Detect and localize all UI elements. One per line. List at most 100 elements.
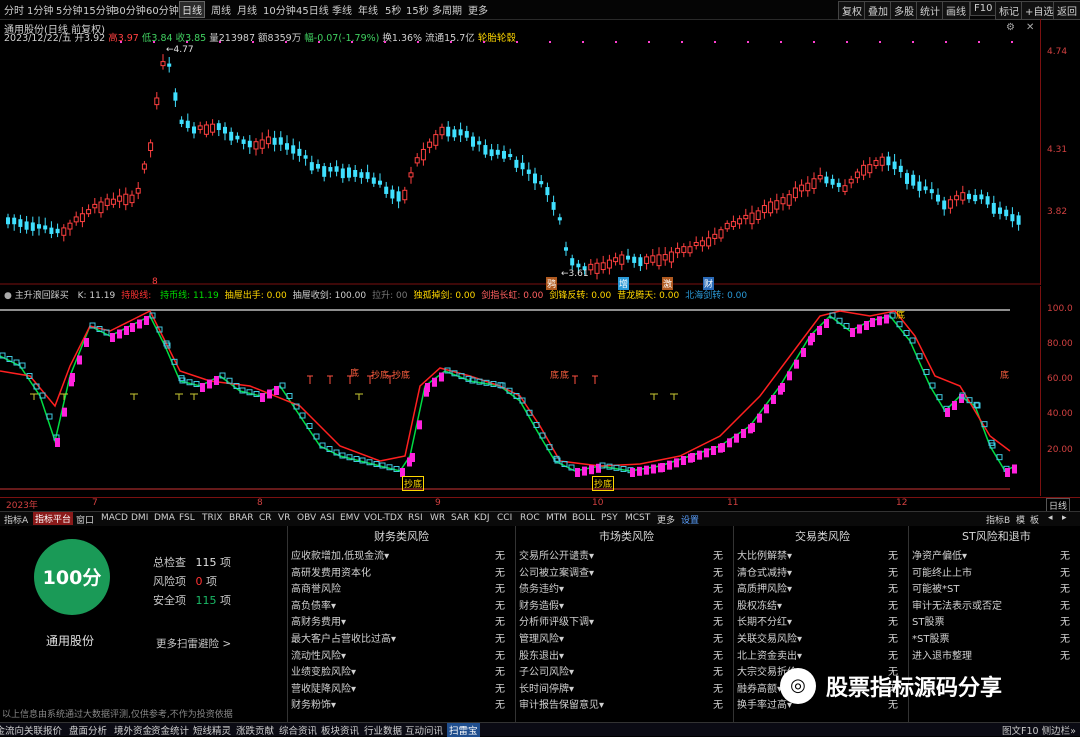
ind-tab[interactable]: WR (430, 513, 445, 523)
ind-tab[interactable]: EMV (340, 513, 360, 523)
tab-60min[interactable]: 60分钟 (146, 2, 179, 17)
more-scan-link[interactable]: 更多扫雷避险 > (156, 636, 231, 651)
add-watchlist-button[interactable]: +自选 (1021, 1, 1058, 20)
risk-item[interactable]: 高负债率▾ (291, 597, 336, 612)
ind-tab-template[interactable]: 模 (1016, 513, 1025, 526)
tab-quarter[interactable]: 季线 (332, 2, 352, 17)
candle-body (954, 195, 960, 201)
risk-item[interactable]: 股东退出▾ (519, 647, 564, 662)
tab-15min[interactable]: 15分钟 (83, 2, 116, 17)
risk-item[interactable]: 流动性风险▾ (291, 647, 346, 662)
risk-item[interactable]: 高商誉风险 (291, 580, 341, 595)
ind-tab[interactable]: 窗口 (76, 513, 94, 526)
risk-item[interactable]: 营收陡降风险▾ (291, 680, 356, 695)
ind-tab[interactable]: BRAR (229, 513, 253, 523)
ind-tab[interactable]: FSL (179, 513, 195, 523)
risk-item[interactable]: 财务粉饰▾ (291, 696, 336, 711)
ind-tab[interactable]: MACD (101, 513, 128, 523)
risk-item[interactable]: 可能被*ST (912, 580, 959, 595)
risk-item[interactable]: 可能终止上市 (912, 564, 972, 579)
risk-item[interactable]: 高研发费用资本化 (291, 564, 371, 579)
risk-item[interactable]: 股权冻结▾ (737, 597, 782, 612)
ind-tab[interactable]: ASI (320, 513, 335, 523)
ind-tab[interactable]: MTM (546, 513, 567, 523)
tab-45day[interactable]: 45日线 (296, 2, 329, 17)
multi-stock-button[interactable]: 多股 (890, 1, 918, 20)
ind-tab[interactable]: TRIX (202, 513, 223, 523)
ind-tab[interactable]: OBV (297, 513, 316, 523)
ind-tab[interactable]: 指标平台 (33, 512, 74, 525)
tab-10min[interactable]: 10分钟 (263, 2, 296, 17)
tab-multi-period[interactable]: 多周期 (432, 2, 462, 17)
tab-weekly[interactable]: 周线 (211, 2, 231, 17)
tab-monthly[interactable]: 月线 (237, 2, 257, 17)
risk-item[interactable]: 公司被立案调查▾ (519, 564, 594, 579)
ind-tab[interactable]: CR (259, 513, 272, 523)
indicator-panel[interactable]: ● 主升浪回踩买 K: 11.19 持股线: 持币线: 11.19 抽屉出手: 0.… (0, 286, 1040, 496)
tab-more[interactable]: 更多 (468, 2, 488, 17)
ind-tab[interactable]: SAR (451, 513, 469, 523)
ind-tab[interactable]: BOLL (572, 513, 595, 523)
ind-tab[interactable]: PSY (601, 513, 618, 523)
adjust-button[interactable]: 复权 (838, 1, 866, 20)
tab-15sec[interactable]: 15秒 (406, 2, 429, 17)
tab-daily[interactable]: 日线 (179, 1, 205, 18)
tab-1min[interactable]: 1分钟 (27, 2, 53, 17)
risk-item[interactable]: 应收款增加,低现金流▾ (291, 547, 389, 562)
risk-item[interactable]: 清仓式减持▾ (737, 564, 792, 579)
risk-item[interactable]: 长时间停牌▾ (519, 680, 574, 695)
f10-button[interactable]: F10 (970, 1, 997, 16)
ind-tab[interactable]: RSI (408, 513, 423, 523)
risk-item[interactable]: 财务造假▾ (519, 597, 564, 612)
risk-item[interactable]: 管理风险▾ (519, 630, 564, 645)
risk-item[interactable]: 审计无法表示或否定 (912, 597, 1002, 612)
risk-item[interactable]: 分析师评级下调▾ (519, 613, 594, 628)
ind-tab[interactable]: 指标A (4, 513, 28, 526)
risk-item[interactable]: 高质押风险▾ (737, 580, 792, 595)
risk-item[interactable]: 北上资金卖出▾ (737, 647, 802, 662)
candle-body (173, 92, 178, 101)
stats-button[interactable]: 统计 (916, 1, 944, 20)
ind-tab[interactable]: MCST (625, 513, 650, 523)
tab-fenshi[interactable]: 分时 (4, 2, 24, 17)
ind-tab[interactable]: 更多 (657, 513, 675, 526)
ind-tab[interactable]: CCI (497, 513, 512, 523)
risk-item[interactable]: 进入退市整理 (912, 647, 972, 662)
ind-tab[interactable]: VOL-TDX (364, 513, 403, 523)
risk-item[interactable]: 审计报告保留意见▾ (519, 696, 604, 711)
risk-item[interactable]: ST股票 (912, 613, 944, 628)
back-button[interactable]: 返回 (1053, 1, 1080, 20)
tab-5sec[interactable]: 5秒 (385, 2, 401, 17)
chevron-right-icon[interactable]: ▸ (1062, 513, 1067, 523)
chevron-left-icon[interactable]: ◂ (1048, 513, 1053, 523)
risk-item-value: 无 (495, 567, 505, 579)
mark-button[interactable]: 标记 (995, 1, 1023, 20)
risk-item[interactable]: 大比例解禁▾ (737, 547, 792, 562)
risk-item[interactable]: 子公司风险▾ (519, 663, 574, 678)
tab-5min[interactable]: 5分钟 (56, 2, 82, 17)
risk-item[interactable]: 最大客户占营收比过高▾ (291, 630, 396, 645)
ind-tab-settings[interactable]: 设置 (681, 513, 699, 526)
overlay-button[interactable]: 叠加 (864, 1, 892, 20)
ind-tab[interactable]: VR (278, 513, 290, 523)
ind-tab[interactable]: DMI (131, 513, 148, 523)
risk-item[interactable]: 债务违约▾ (519, 580, 564, 595)
ind-tab-template2[interactable]: 板 (1030, 513, 1039, 526)
draw-button[interactable]: 画线 (942, 1, 970, 20)
risk-item[interactable]: 高财务费用▾ (291, 613, 346, 628)
risk-item[interactable]: 业绩变脸风险▾ (291, 663, 356, 678)
risk-item[interactable]: 长期不分红▾ (737, 613, 792, 628)
ind-tab[interactable]: ROC (520, 513, 540, 523)
risk-item[interactable]: 净资产偏低▾ (912, 547, 967, 562)
ind-tab[interactable]: KDJ (474, 513, 490, 523)
tab-year[interactable]: 年线 (358, 2, 378, 17)
risk-item[interactable]: 融券高额▾ (737, 680, 782, 695)
tab-30min[interactable]: 30分钟 (113, 2, 146, 17)
risk-item[interactable]: 关联交易风险▾ (737, 630, 802, 645)
ind-tab[interactable]: DMA (154, 513, 175, 523)
risk-item[interactable]: 交易所公开谴责▾ (519, 547, 594, 562)
risk-item[interactable]: *ST股票 (912, 630, 949, 645)
candlestick-panel[interactable]: 通用股份(日线 前复权) 2023/12/22/五 开3.92 高3.97 低3… (0, 19, 1040, 290)
candle-body (160, 61, 166, 67)
ind-tab-b[interactable]: 指标B (986, 513, 1010, 526)
